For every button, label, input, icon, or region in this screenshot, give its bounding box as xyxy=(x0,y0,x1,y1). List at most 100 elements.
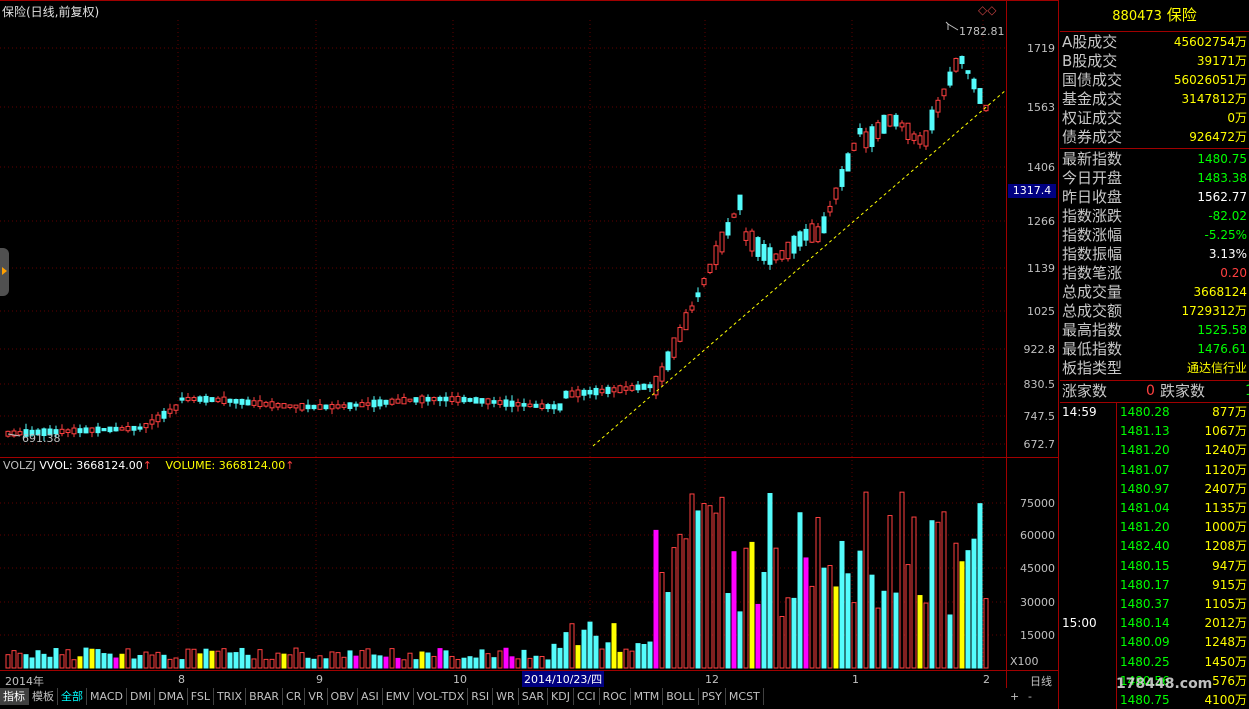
index-row-label: 总成交量 xyxy=(1062,283,1123,301)
index-row-label: 今日开盘 xyxy=(1062,169,1123,187)
index-row: 总成交额 1729312万 xyxy=(1060,302,1249,321)
up-count-label: 涨家数 xyxy=(1062,382,1108,400)
date-tick: 8 xyxy=(178,673,185,686)
price-tick: 922.8 xyxy=(1023,343,1056,356)
index-row-value: 0.20 xyxy=(1220,266,1247,280)
panel-header: 880473 保险 xyxy=(1060,6,1249,28)
volume-row-value: 56026051万 xyxy=(1173,73,1247,87)
volume-row-label: 权证成交 xyxy=(1062,109,1123,127)
tick-volume: 2407万 xyxy=(1204,481,1247,496)
volume-row-value: 39171万 xyxy=(1196,54,1247,68)
tick-row: 1480.97 2407万 xyxy=(1060,480,1249,498)
tick-volume: 1067万 xyxy=(1204,424,1247,439)
tab-rsi[interactable]: RSI xyxy=(468,688,494,705)
crosshair-date: 2014/10/23/四 xyxy=(522,671,605,687)
index-row-label: 最高指数 xyxy=(1062,321,1123,339)
tab-dmi[interactable]: DMI xyxy=(126,688,156,705)
tab-sar[interactable]: SAR xyxy=(518,688,549,705)
tab-vol-tdx[interactable]: VOL-TDX xyxy=(413,688,469,705)
index-row: 今日开盘 1483.38 xyxy=(1060,169,1249,188)
tick-row: 1482.40 1208万 xyxy=(1060,537,1249,555)
tick-price: 1481.04 xyxy=(1120,501,1170,515)
index-row: 最低指数 1476.61 xyxy=(1060,340,1249,359)
tab-asi[interactable]: ASI xyxy=(357,688,383,705)
price-tick: 747.5 xyxy=(1023,410,1056,423)
tab-模板[interactable]: 模板 xyxy=(29,688,58,705)
tick-price: 1481.20 xyxy=(1120,520,1170,535)
volume-row-label: 国债成交 xyxy=(1062,71,1123,89)
volume-row-value: 45602754万 xyxy=(1173,35,1247,49)
side-collapse-handle[interactable] xyxy=(0,248,9,296)
price-tick: 1266 xyxy=(1027,215,1055,228)
tick-row: 15:00 1480.14 2012万 xyxy=(1060,614,1249,632)
tick-price: 1481.20 xyxy=(1120,443,1170,458)
index-row-value: 1480.75 xyxy=(1197,152,1247,166)
tab-fsl[interactable]: FSL xyxy=(187,688,214,705)
down-count-label: 跌家数 xyxy=(1160,382,1206,400)
tick-row: 1480.17 915万 xyxy=(1060,576,1249,594)
index-name: 保险 xyxy=(1166,6,1197,24)
grid xyxy=(0,20,1006,670)
index-row-label: 最新指数 xyxy=(1062,150,1123,168)
tab-全部[interactable]: 全部 xyxy=(58,688,87,705)
index-row-label: 昨日收盘 xyxy=(1062,188,1123,206)
tick-row: 1480.25 1450万 xyxy=(1060,653,1249,671)
tab-mtm[interactable]: MTM xyxy=(630,688,664,705)
zoom-in-button[interactable]: + xyxy=(1010,690,1019,703)
chart-area[interactable]: 保险(日线,前复权) ◇◇ 1782.81 691.38 1719 1563 1… xyxy=(0,0,1059,709)
date-tick: 2 xyxy=(983,673,990,686)
candles xyxy=(5,55,989,441)
volume-row-label: 债券成交 xyxy=(1062,128,1123,146)
tab-brar[interactable]: BRAR xyxy=(246,688,284,705)
tick-volume: 1248万 xyxy=(1204,635,1247,650)
tick-volume: 1105万 xyxy=(1204,597,1247,611)
volume-indicator-name: VOLZJ xyxy=(3,459,36,472)
up-count-value: 0 xyxy=(1146,383,1155,399)
volume-row: 权证成交 0万 xyxy=(1060,109,1249,128)
tick-volume: 915万 xyxy=(1212,577,1247,592)
tab-obv[interactable]: OBV xyxy=(327,688,358,705)
tab-emv[interactable]: EMV xyxy=(382,688,414,705)
zoom-out-button[interactable]: - xyxy=(1028,690,1032,703)
vol-tick: 15000 xyxy=(1020,629,1055,642)
volume-row-label: B股成交 xyxy=(1062,52,1118,70)
tab-wr[interactable]: WR xyxy=(493,688,519,705)
tab-roc[interactable]: ROC xyxy=(599,688,631,705)
tab-cr[interactable]: CR xyxy=(283,688,306,705)
date-tick: 2014年 xyxy=(5,675,44,688)
index-row-value: 1562.77 xyxy=(1197,190,1247,204)
vvol-value: VVOL: 3668124.00 xyxy=(39,459,143,472)
vol-tick: 75000 xyxy=(1020,497,1055,510)
tick-price: 1482.40 xyxy=(1120,539,1170,554)
volume-row: B股成交 39171万 xyxy=(1060,52,1249,71)
tab-boll[interactable]: BOLL xyxy=(663,688,699,705)
period-label[interactable]: 日线 xyxy=(1030,673,1052,689)
tab-macd[interactable]: MACD xyxy=(87,688,127,705)
volume-row-value: 0万 xyxy=(1227,111,1247,125)
tab-trix[interactable]: TRIX xyxy=(213,688,247,705)
tick-row: 1480.75 4100万 xyxy=(1060,691,1249,709)
tick-price: 1481.13 xyxy=(1120,424,1170,439)
tab-psy[interactable]: PSY xyxy=(698,688,726,705)
tab-kdj[interactable]: KDJ xyxy=(548,688,574,705)
high-label: 1782.81 xyxy=(959,25,1005,38)
tab-mcst[interactable]: MCST xyxy=(725,688,764,705)
volume-row-label: 基金成交 xyxy=(1062,90,1123,108)
index-row: 最高指数 1525.58 xyxy=(1060,321,1249,340)
volume-bars xyxy=(5,491,989,669)
volume-row: 基金成交 3147812万 xyxy=(1060,90,1249,109)
index-row-value: 3668124 xyxy=(1193,285,1247,299)
tab-cci[interactable]: CCI xyxy=(573,688,600,705)
tick-row: 1481.07 1120万 xyxy=(1060,461,1249,479)
volume-value: VOLUME: 3668124.00 xyxy=(165,459,286,472)
index-row-value: 3.13% xyxy=(1208,247,1247,261)
index-row: 昨日收盘 1562.77 xyxy=(1060,188,1249,207)
tab-指标[interactable]: 指标 xyxy=(0,688,29,705)
tab-dma[interactable]: DMA xyxy=(155,688,188,705)
tick-row: 1481.04 1135万 xyxy=(1060,499,1249,517)
tab-vr[interactable]: VR xyxy=(305,688,328,705)
tick-price: 1480.25 xyxy=(1120,654,1170,669)
quote-panel: 880473 保险 A股成交 45602754万 B股成交 39171万 国债成交 560… xyxy=(1060,0,1249,709)
vol-unit: X100 xyxy=(1010,655,1039,668)
down-count-value: 1 xyxy=(1245,382,1249,401)
